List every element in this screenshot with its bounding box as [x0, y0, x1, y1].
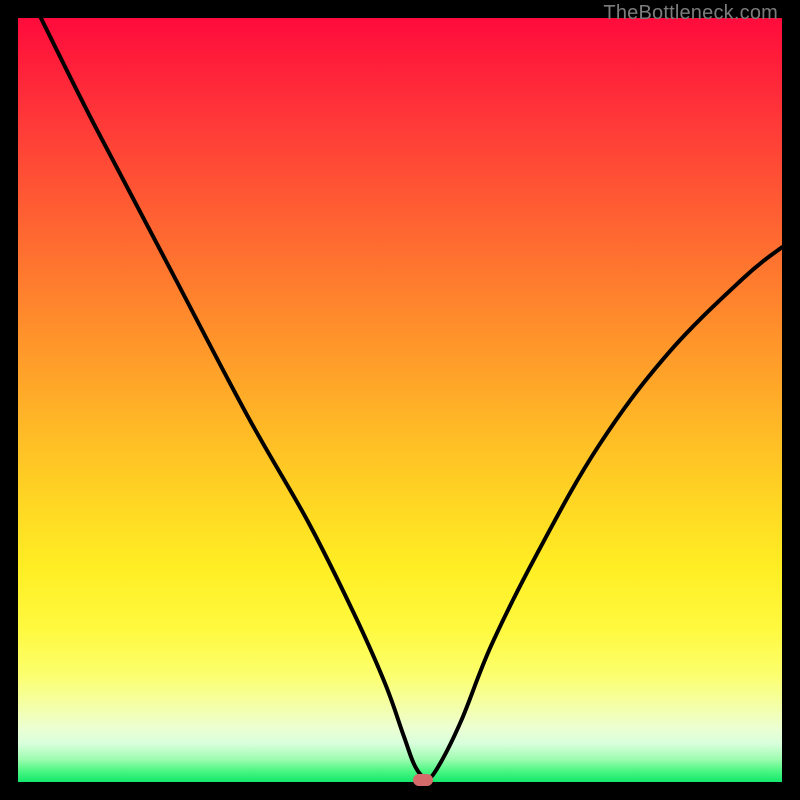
- attribution-text: TheBottleneck.com: [603, 2, 778, 25]
- bottleneck-curve: [18, 18, 782, 782]
- plot-area: [18, 18, 782, 782]
- chart-frame: TheBottleneck.com: [0, 0, 800, 800]
- optimum-marker: [413, 774, 433, 786]
- curve-path: [41, 18, 782, 778]
